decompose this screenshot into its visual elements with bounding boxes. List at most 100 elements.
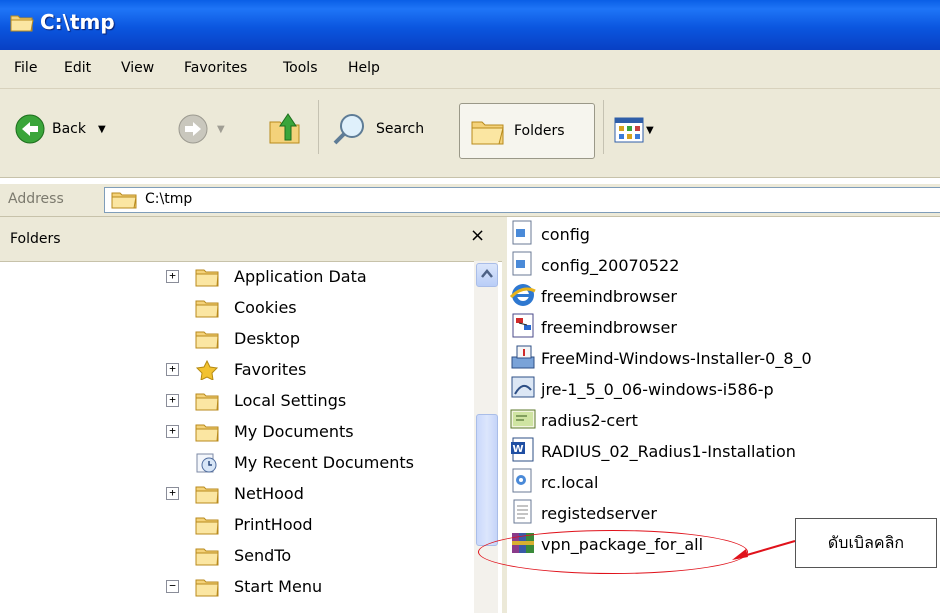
folder-icon bbox=[195, 393, 219, 411]
tree-item[interactable]: + My Documents bbox=[0, 419, 470, 447]
file-item[interactable]: config_20070522 bbox=[507, 250, 940, 281]
folder-icon bbox=[195, 579, 219, 597]
tree-item[interactable]: − Start Menu bbox=[0, 574, 470, 602]
file-item[interactable]: W RADIUS_02_Radius1-Installation bbox=[507, 436, 940, 467]
expand-icon[interactable]: + bbox=[166, 270, 179, 283]
title-bar: C:\tmp bbox=[0, 0, 940, 50]
views-dropdown-icon[interactable]: ▼ bbox=[646, 125, 654, 136]
callout-box: ดับเบิลคลิก bbox=[795, 518, 937, 568]
folder-icon bbox=[195, 517, 219, 535]
menu-view[interactable]: View bbox=[121, 60, 154, 76]
address-value: C:\tmp bbox=[145, 191, 193, 207]
text-file-icon bbox=[513, 499, 532, 524]
expand-icon[interactable]: + bbox=[166, 487, 179, 500]
back-arrow-icon bbox=[15, 114, 45, 144]
expand-icon[interactable]: + bbox=[166, 394, 179, 407]
folder-icon bbox=[195, 486, 219, 504]
menu-edit[interactable]: Edit bbox=[64, 60, 91, 76]
menu-file[interactable]: File bbox=[14, 60, 37, 76]
close-icon[interactable]: × bbox=[470, 225, 485, 246]
word-document-icon: W bbox=[511, 437, 534, 462]
folder-icon bbox=[10, 15, 34, 32]
views-button[interactable]: ▼ bbox=[614, 117, 654, 143]
tree-item[interactable]: PrintHood bbox=[0, 512, 470, 540]
address-label: Address bbox=[8, 191, 64, 207]
file-name: jre-1_5_0_06-windows-i586-p bbox=[541, 380, 774, 399]
toolbar-separator bbox=[318, 100, 319, 154]
search-label: Search bbox=[376, 121, 425, 137]
tree-item[interactable]: + Application Data bbox=[0, 264, 470, 292]
folder-icon bbox=[195, 548, 219, 566]
file-name: freemindbrowser bbox=[541, 287, 677, 306]
generic-file-icon bbox=[512, 251, 532, 276]
svg-text:W: W bbox=[513, 444, 524, 455]
file-item[interactable]: jre-1_5_0_06-windows-i586-p bbox=[507, 374, 940, 405]
back-button[interactable]: Back ▼ bbox=[14, 113, 106, 145]
tree-item[interactable]: + NetHood bbox=[0, 481, 470, 509]
tree-item-label: Favorites bbox=[234, 360, 307, 379]
tree-item[interactable]: Cookies bbox=[0, 295, 470, 323]
file-item[interactable]: radius2-cert bbox=[507, 405, 940, 436]
scroll-up-button[interactable] bbox=[476, 263, 498, 287]
folders-icon bbox=[471, 121, 504, 145]
folders-pane-title: Folders bbox=[10, 231, 61, 247]
forward-button[interactable]: ▼ bbox=[177, 113, 225, 145]
tree-item[interactable]: + Favorites bbox=[0, 357, 470, 385]
star-icon bbox=[195, 360, 219, 380]
file-name: config_20070522 bbox=[541, 256, 680, 275]
search-button[interactable]: Search bbox=[332, 112, 424, 146]
tree-item[interactable]: + Local Settings bbox=[0, 388, 470, 416]
java-installer-icon bbox=[511, 376, 535, 398]
tree-item[interactable]: Desktop bbox=[0, 326, 470, 354]
folders-button[interactable]: Folders bbox=[459, 103, 595, 159]
menu-favorites[interactable]: Favorites bbox=[184, 60, 247, 76]
script-file-icon bbox=[512, 468, 532, 493]
file-item[interactable]: config bbox=[507, 219, 940, 250]
tree-item-label: NetHood bbox=[234, 484, 304, 503]
recent-documents-icon bbox=[196, 453, 217, 473]
file-item[interactable]: rc.local bbox=[507, 467, 940, 498]
highlight-ellipse bbox=[478, 530, 748, 574]
tree-item-label: Cookies bbox=[234, 298, 297, 317]
expand-icon[interactable]: + bbox=[166, 425, 179, 438]
tree-item-label: Application Data bbox=[234, 267, 367, 286]
folder-icon bbox=[195, 300, 219, 318]
folder-icon bbox=[195, 269, 219, 287]
tree-item[interactable]: My Recent Documents bbox=[0, 450, 470, 478]
toolbar-separator bbox=[603, 100, 604, 154]
folder-icon bbox=[195, 331, 219, 349]
file-name: freemindbrowser bbox=[541, 318, 677, 337]
folder-icon bbox=[195, 424, 219, 442]
file-item[interactable]: freemindbrowser bbox=[507, 281, 940, 312]
installer-icon bbox=[511, 345, 535, 369]
file-name: config bbox=[541, 225, 590, 244]
back-dropdown-icon[interactable]: ▼ bbox=[98, 124, 106, 135]
collapse-icon[interactable]: − bbox=[166, 580, 179, 593]
menu-tools[interactable]: Tools bbox=[283, 60, 318, 76]
tree-item-label: SendTo bbox=[234, 546, 292, 565]
html-file-icon bbox=[509, 284, 536, 306]
generic-file-icon bbox=[512, 220, 532, 245]
folders-pane: Folders × + Application Data Cookies Deskto… bbox=[0, 217, 507, 613]
tree-item[interactable]: SendTo bbox=[0, 543, 470, 571]
folder-up-icon bbox=[269, 113, 300, 144]
chevron-up-icon bbox=[481, 269, 493, 278]
folders-pane-header: Folders × bbox=[0, 217, 502, 262]
file-name: FreeMind-Windows-Installer-0_8_0 bbox=[541, 349, 812, 368]
menu-bar: File Edit View Favorites Tools Help bbox=[0, 50, 940, 89]
address-input[interactable]: C:\tmp bbox=[104, 187, 940, 213]
file-item[interactable]: freemindbrowser bbox=[507, 312, 940, 343]
up-folder-button[interactable] bbox=[268, 110, 302, 146]
search-icon bbox=[333, 114, 364, 145]
file-name: radius2-cert bbox=[541, 411, 638, 430]
expand-icon[interactable]: + bbox=[166, 363, 179, 376]
menu-help[interactable]: Help bbox=[348, 60, 380, 76]
file-item[interactable]: FreeMind-Windows-Installer-0_8_0 bbox=[507, 343, 940, 374]
folder-icon bbox=[111, 192, 137, 209]
forward-dropdown-icon: ▼ bbox=[217, 123, 225, 135]
file-name: rc.local bbox=[541, 473, 599, 492]
tree-item-label: PrintHood bbox=[234, 515, 313, 534]
tree-item-label: Local Settings bbox=[234, 391, 347, 410]
scroll-thumb[interactable] bbox=[476, 414, 498, 546]
views-grid-icon bbox=[614, 117, 644, 143]
